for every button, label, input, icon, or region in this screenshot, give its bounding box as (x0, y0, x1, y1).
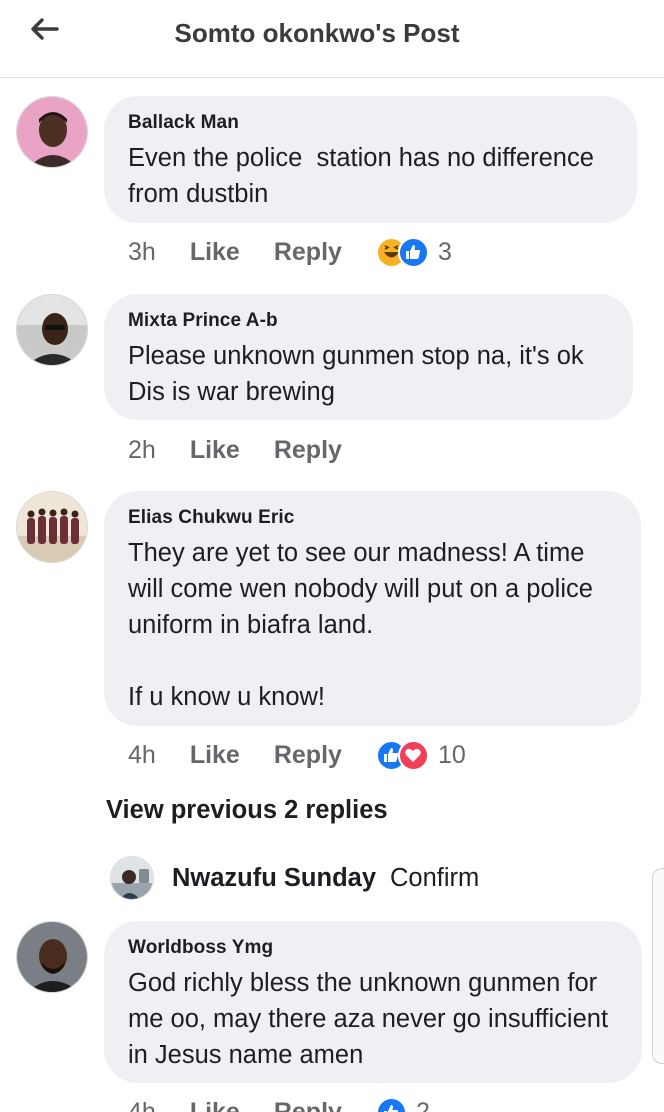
comment-author[interactable]: Worldboss Ymg (128, 937, 618, 959)
reaction-summary[interactable]: 10 (375, 739, 466, 771)
reply-button[interactable]: Reply (274, 741, 342, 770)
comment-actions: 2h Like Reply (128, 432, 376, 468)
reaction-count: 3 (437, 237, 452, 266)
like-button[interactable]: Like (190, 436, 240, 465)
comment-time[interactable]: 3h (128, 238, 156, 267)
comment-time[interactable]: 2h (128, 436, 156, 465)
top-bar: Somto okonkwo's Post (0, 0, 664, 78)
comment-text: They are yet to see our madness! A time … (128, 539, 593, 711)
side-edge-handle[interactable] (652, 868, 664, 1064)
like-button[interactable]: Like (190, 741, 240, 770)
avatar[interactable] (16, 96, 88, 168)
reaction-count: 2 (415, 1097, 430, 1112)
avatar[interactable] (16, 294, 88, 366)
reaction-summary[interactable]: 2 (375, 1096, 430, 1112)
page-title: Somto okonkwo's Post (174, 18, 460, 48)
comment-bubble: Ballack Man Even the police station has … (104, 96, 637, 223)
comment-actions: 3h Like Reply 3 (128, 234, 452, 270)
reaction-summary[interactable]: 3 (375, 236, 452, 268)
avatar[interactable] (110, 856, 154, 900)
comment-actions: 4h Like Reply 2 (128, 1094, 430, 1112)
reply-text: Confirm (390, 863, 480, 892)
reaction-count: 10 (437, 740, 466, 769)
love-icon (397, 739, 429, 771)
comment-actions: 4h Like Reply 10 (128, 737, 466, 773)
reply-author[interactable]: Nwazufu Sunday (172, 864, 376, 893)
comment-bubble: Elias Chukwu Eric They are yet to see ou… (104, 491, 641, 726)
avatar[interactable] (16, 921, 88, 993)
like-button[interactable]: Like (190, 1098, 240, 1112)
reply-button[interactable]: Reply (274, 436, 342, 465)
comment-text: Please unknown gunmen stop na, it's ok D… (128, 342, 584, 406)
view-previous-replies-link[interactable]: View previous 2 replies (106, 796, 388, 825)
comment-time[interactable]: 4h (128, 1098, 156, 1112)
comment-text: God richly bless the unknown gunmen for … (128, 969, 616, 1069)
like-icon (397, 236, 429, 268)
reply-button[interactable]: Reply (274, 1098, 342, 1112)
like-icon (375, 1096, 407, 1112)
comment-time[interactable]: 4h (128, 741, 156, 770)
comment-bubble: Mixta Prince A-b Please unknown gunmen s… (104, 294, 633, 420)
reply-button[interactable]: Reply (274, 238, 342, 267)
reply-preview[interactable]: Nwazufu Sunday Confirm (110, 854, 479, 902)
comment-text: Even the police station has no differenc… (128, 144, 602, 208)
comment-author[interactable]: Elias Chukwu Eric (128, 507, 617, 529)
avatar[interactable] (16, 491, 88, 563)
comment-author[interactable]: Ballack Man (128, 112, 613, 134)
like-button[interactable]: Like (190, 238, 240, 267)
comment-bubble: Worldboss Ymg God richly bless the unkno… (104, 921, 642, 1083)
comment-author[interactable]: Mixta Prince A-b (128, 310, 609, 332)
